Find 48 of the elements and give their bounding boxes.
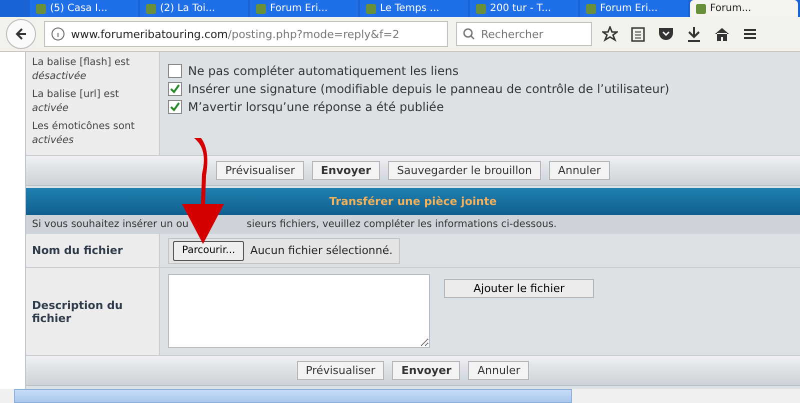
form-button[interactable]: Envoyer bbox=[312, 161, 380, 180]
file-status: Aucun fichier sélectionné. bbox=[250, 244, 393, 257]
rule-text: La balise [url] est activée bbox=[32, 88, 120, 116]
form-button[interactable]: Annuler bbox=[468, 361, 530, 380]
option-checkbox[interactable]: M’avertir lorsqu’une réponse a été publiée bbox=[168, 100, 792, 114]
back-button[interactable] bbox=[6, 19, 36, 49]
browser-tab[interactable]: Forum Eri... bbox=[580, 0, 688, 17]
field-label: Nom du fichier bbox=[26, 234, 160, 267]
form-button[interactable]: Prévisualiser bbox=[296, 361, 384, 380]
star-icon[interactable] bbox=[600, 24, 620, 44]
favicon-icon bbox=[696, 4, 706, 14]
browser-tab[interactable]: (2) La Toi... bbox=[140, 0, 248, 17]
url-text: www.forumeribatouring.com/posting.php?mode=reply&f=2 bbox=[71, 28, 400, 40]
back-arrow-icon bbox=[14, 27, 28, 41]
favicon-icon bbox=[366, 4, 376, 14]
browse-button[interactable]: Parcourir... bbox=[173, 240, 244, 260]
form-button[interactable]: Envoyer bbox=[392, 361, 460, 380]
section-header: Transférer une pièce jointe bbox=[26, 188, 800, 215]
browser-tab[interactable]: (5) Casa I... bbox=[30, 0, 138, 17]
horizontal-scrollbar[interactable] bbox=[0, 389, 800, 403]
form-button[interactable]: Annuler bbox=[548, 161, 610, 180]
favicon-icon bbox=[256, 4, 266, 14]
add-file-button[interactable]: Ajouter le fichier bbox=[444, 279, 594, 298]
favicon-icon bbox=[36, 4, 46, 14]
address-bar[interactable]: www.forumeribatouring.com/posting.php?mode=reply&f=2 bbox=[44, 21, 448, 47]
browser-tab[interactable]: 200 tur - T... bbox=[470, 0, 578, 17]
info-text: sieurs fichiers, veuillez compléter les informations ci-dessous. bbox=[246, 219, 557, 230]
description-field[interactable] bbox=[168, 274, 430, 348]
checkbox[interactable] bbox=[168, 64, 182, 78]
rule-text: Les émoticônes sont activées bbox=[32, 120, 136, 148]
info-text: Si vous souhaitez insérer un ou bbox=[32, 219, 189, 230]
checkbox[interactable] bbox=[168, 82, 182, 96]
checkbox[interactable] bbox=[168, 100, 182, 114]
browser-tab[interactable]: Forum... bbox=[690, 0, 798, 17]
file-input[interactable]: Parcourir... Aucun fichier sélectionné. bbox=[168, 238, 400, 264]
rule-text: La balise [flash] est désactivée bbox=[32, 56, 131, 84]
form-button[interactable]: Prévisualiser bbox=[216, 161, 304, 180]
browser-tab[interactable]: Le Temps ... bbox=[360, 0, 468, 17]
favicon-icon bbox=[146, 4, 156, 14]
option-checkbox[interactable]: Insérer une signature (modifiable depuis le panneau de contrôle de l’utilisateur) bbox=[168, 82, 792, 96]
browser-tab[interactable]: Forum Eri... bbox=[250, 0, 358, 17]
form-button[interactable]: Sauvegarder le brouillon bbox=[388, 161, 541, 180]
search-field[interactable]: Rechercher bbox=[456, 22, 592, 46]
favicon-icon bbox=[586, 4, 596, 14]
favicon-icon bbox=[476, 4, 486, 14]
field-label: Description du fichier bbox=[26, 268, 160, 355]
info-icon bbox=[51, 27, 65, 41]
option-checkbox[interactable]: Ne pas compléter automatiquement les liens bbox=[168, 64, 792, 78]
